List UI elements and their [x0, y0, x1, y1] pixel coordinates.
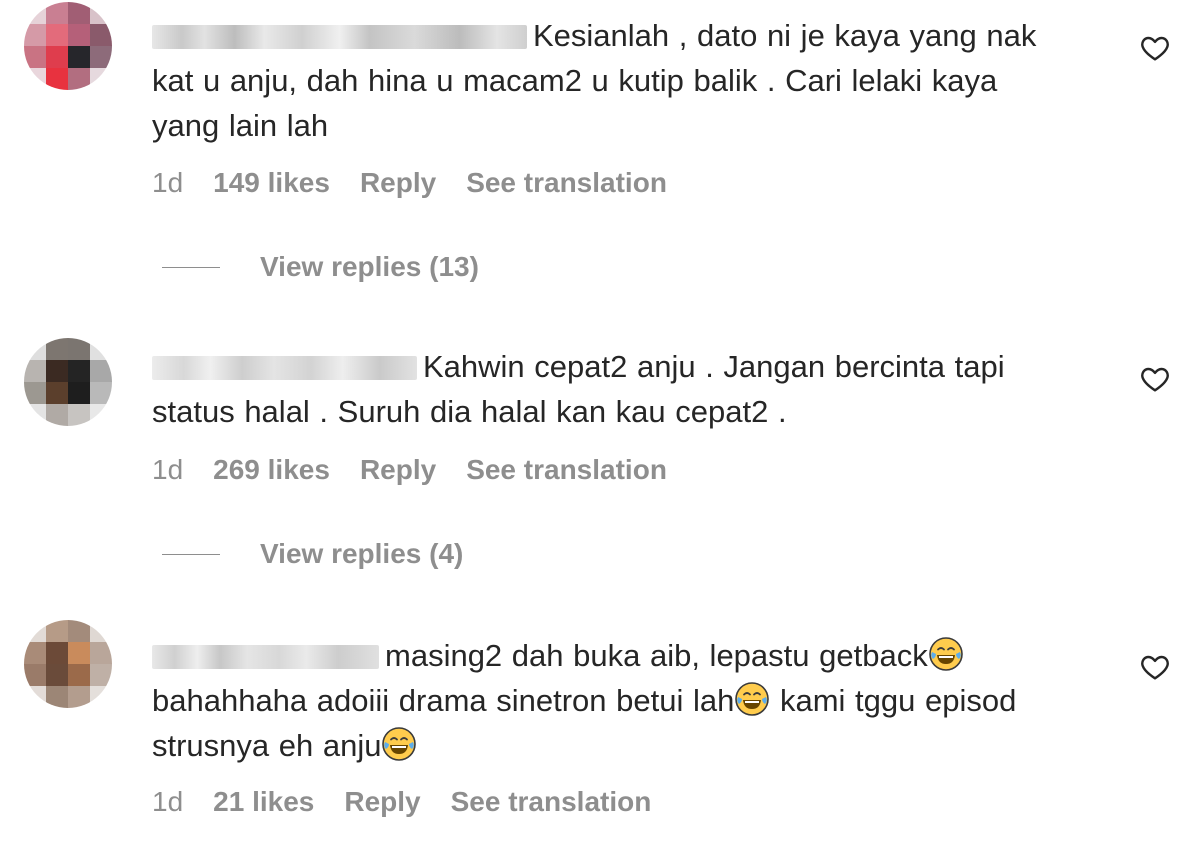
comment-meta: 1d 21 likes Reply See translation	[152, 786, 681, 818]
comment-meta: 1d 149 likes Reply See translation	[152, 167, 697, 199]
likes-count[interactable]: 149 likes	[213, 167, 330, 198]
divider-line	[162, 266, 220, 268]
comment-body-part-1: masing2 dah buka aib, lepastu getback	[385, 638, 928, 673]
tears-of-joy-emoji-icon	[735, 682, 770, 716]
comment-time: 1d	[152, 167, 184, 198]
avatar[interactable]	[24, 338, 112, 426]
username-redacted[interactable]	[152, 356, 417, 380]
divider-line	[162, 553, 220, 555]
comment-body-part-2: bahahhaha adoiii drama sinetron betui la…	[152, 683, 735, 718]
heart-outline-icon[interactable]	[1139, 363, 1171, 395]
avatar[interactable]	[24, 2, 112, 90]
username-redacted[interactable]	[152, 25, 527, 49]
reply-button[interactable]: Reply	[360, 167, 436, 198]
comment-text: Kahwin cepat2 anju . Jangan bercinta tap…	[152, 344, 1072, 434]
comment-time: 1d	[152, 454, 184, 485]
comment-time: 1d	[152, 786, 184, 817]
reply-button[interactable]: Reply	[344, 786, 420, 817]
view-replies-button[interactable]: View replies (4)	[162, 538, 463, 570]
avatar[interactable]	[24, 620, 112, 708]
heart-outline-icon[interactable]	[1139, 651, 1171, 683]
see-translation-button[interactable]: See translation	[466, 167, 667, 198]
likes-count[interactable]: 21 likes	[213, 786, 314, 817]
comment-text: Kesianlah , dato ni je kaya yang nak kat…	[152, 13, 1072, 148]
view-replies-button[interactable]: View replies (13)	[162, 251, 479, 283]
view-replies-label: View replies (13)	[260, 251, 479, 282]
tears-of-joy-emoji-icon	[928, 637, 963, 671]
heart-outline-icon[interactable]	[1139, 32, 1171, 64]
comment-text: masing2 dah buka aib, lepastu getback bah…	[152, 633, 1072, 768]
see-translation-button[interactable]: See translation	[451, 786, 652, 817]
see-translation-button[interactable]: See translation	[466, 454, 667, 485]
comment-meta: 1d 269 likes Reply See translation	[152, 454, 697, 486]
username-redacted[interactable]	[152, 645, 379, 669]
tears-of-joy-emoji-icon	[382, 727, 417, 761]
reply-button[interactable]: Reply	[360, 454, 436, 485]
likes-count[interactable]: 269 likes	[213, 454, 330, 485]
view-replies-label: View replies (4)	[260, 538, 464, 569]
